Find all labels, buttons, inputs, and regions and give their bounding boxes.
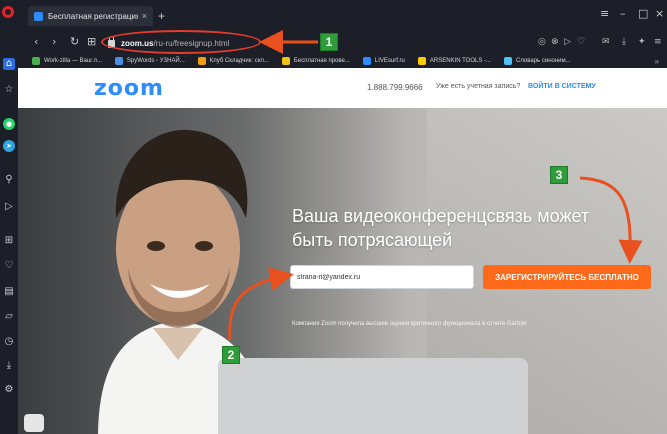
download-icon[interactable]: ⤓ — [3, 360, 15, 372]
hero-line-1: Ваша видеоконференцсвязь может — [292, 206, 590, 226]
whatsapp-icon[interactable]: ● — [3, 118, 15, 130]
opera-sidebar: ⌂ ☆ ● ➤ ⚲ ▷ ⊞ ♡ ▤ ▱ ◷ ⤓ ⚙ — [0, 0, 18, 434]
tab-zoom-signup[interactable]: Бесплатная регистрация - × — [28, 6, 153, 26]
box-icon[interactable]: ▱ — [3, 311, 15, 323]
home-icon[interactable]: ⌂ — [3, 58, 15, 70]
bookmark-favicon-icon — [362, 57, 371, 65]
bookmark-item[interactable]: Словарь синоним... — [504, 57, 571, 65]
apps-grid-icon[interactable]: ⊞ — [3, 235, 15, 247]
extensions-icon[interactable]: ✦ — [638, 37, 646, 47]
site-header: zoom 1.888.799.9666 Уже есть учетная зап… — [18, 68, 667, 108]
bookmark-favicon-icon — [32, 57, 40, 65]
browser-window: ⌂ ☆ ● ➤ ⚲ ▷ ⊞ ♡ ▤ ▱ ◷ ⤓ ⚙ Бесплатная рег… — [0, 0, 667, 434]
bookmark-item[interactable]: SpyWords - УЗНАЙ... — [114, 57, 185, 65]
hero-section: Ваша видеоконференцсвязь может быть потр… — [18, 108, 667, 434]
forward-icon[interactable]: › — [52, 35, 56, 48]
hero-line-2: быть потрясающей — [292, 230, 453, 250]
bookmark-label: Клуб Складчик: скл... — [209, 58, 269, 64]
bookmark-favicon-icon — [281, 57, 290, 65]
bookmarks-overflow-icon[interactable]: » — [655, 57, 659, 66]
opera-logo-icon[interactable] — [2, 6, 14, 18]
telegram-icon[interactable]: ➤ — [3, 140, 15, 152]
gartner-award-text: Компания Zoom получила высшие оценки кри… — [292, 321, 528, 327]
easy-setup-icon[interactable]: ≡ — [654, 37, 662, 47]
bookmark-label: SpyWords - УЗНАЙ... — [126, 58, 185, 64]
email-field[interactable] — [290, 265, 474, 289]
send-icon[interactable]: ▷ — [3, 201, 15, 213]
tabs-grid-icon[interactable]: ⊞ — [87, 35, 96, 48]
bookmark-label: Словарь синоним... — [516, 58, 571, 64]
zoom-favicon-icon — [34, 11, 43, 21]
laptop-illustration — [218, 358, 528, 434]
bookmark-favicon-icon — [504, 57, 513, 65]
play-icon[interactable]: ▷ — [564, 37, 571, 47]
tab-title: Бесплатная регистрация - — [48, 11, 138, 21]
annotation-badge-2: 2 — [222, 346, 240, 364]
have-account-text: Уже есть учетная запись? — [436, 83, 521, 90]
history-icon[interactable]: ▤ — [3, 286, 15, 298]
download-toolbar-icon[interactable]: ⤓ — [622, 37, 626, 47]
clock-icon[interactable]: ◷ — [3, 336, 15, 348]
close-window-button[interactable]: × — [655, 7, 664, 20]
heart-icon[interactable]: ♡ — [3, 260, 15, 272]
bookmark-favicon-icon — [417, 57, 426, 65]
hero-headline: Ваша видеоконференцсвязь может быть потр… — [292, 204, 622, 252]
bookmarks-bar: Work-zilla — Ваш л... SpyWords - УЗНАЙ...… — [18, 54, 667, 68]
shield-icon[interactable]: ⊗ — [551, 37, 559, 47]
flow-icon[interactable]: ✉ — [602, 37, 610, 47]
bookmark-item[interactable]: Work-zilla — Ваш л... — [32, 57, 102, 65]
back-icon[interactable]: ‹ — [34, 35, 38, 48]
camera-icon[interactable]: ◎ — [538, 37, 546, 47]
bookmark-star-icon[interactable]: ☆ — [3, 84, 15, 96]
bookmark-label: Бесплатная прове... — [293, 58, 350, 64]
bookmark-favicon-icon — [197, 57, 206, 65]
bookmark-favicon-icon — [114, 57, 123, 65]
web-page: zoom 1.888.799.9666 Уже есть учетная зап… — [18, 68, 667, 434]
bookmark-item[interactable]: LIVEsurf.ru — [362, 57, 405, 65]
zoom-logo[interactable]: zoom — [94, 76, 164, 101]
signup-free-button[interactable]: ЗАРЕГИСТРИРУЙТЕСЬ БЕСПЛАТНО — [483, 265, 651, 289]
bookmark-item[interactable]: Клуб Складчик: скл... — [197, 57, 269, 65]
new-tab-button[interactable]: + — [158, 9, 165, 23]
bookmark-label: Work-zilla — Ваш л... — [44, 58, 102, 64]
tab-strip: Бесплатная регистрация - × + ≡ – □ × — [18, 0, 667, 32]
bookmark-flag-icon[interactable] — [24, 414, 44, 432]
annotation-badge-3: 3 — [550, 166, 568, 184]
bookmark-item[interactable]: Бесплатная прове... — [281, 57, 350, 65]
phone-number[interactable]: 1.888.799.9666 — [367, 83, 423, 92]
tab-close-icon[interactable]: × — [142, 11, 147, 21]
minimize-button[interactable]: – — [620, 7, 626, 20]
bookmark-label: LIVEsurf.ru — [374, 58, 405, 64]
maximize-button[interactable]: □ — [638, 7, 648, 20]
url-highlight-ellipse — [101, 30, 261, 54]
signin-link[interactable]: ВОЙТИ В СИСТЕМУ — [528, 83, 596, 90]
bookmark-item[interactable]: ARSENKIN TOOLS -... — [417, 57, 492, 65]
settings-icon[interactable]: ⚙ — [3, 384, 15, 396]
annotation-badge-1: 1 — [320, 33, 338, 51]
bookmark-label: ARSENKIN TOOLS -... — [429, 58, 492, 64]
search-icon[interactable]: ⚲ — [3, 174, 15, 186]
heart-outline-icon[interactable]: ♡ — [577, 37, 585, 47]
menu-icon[interactable]: ≡ — [600, 7, 609, 20]
reload-icon[interactable]: ↻ — [70, 35, 79, 48]
